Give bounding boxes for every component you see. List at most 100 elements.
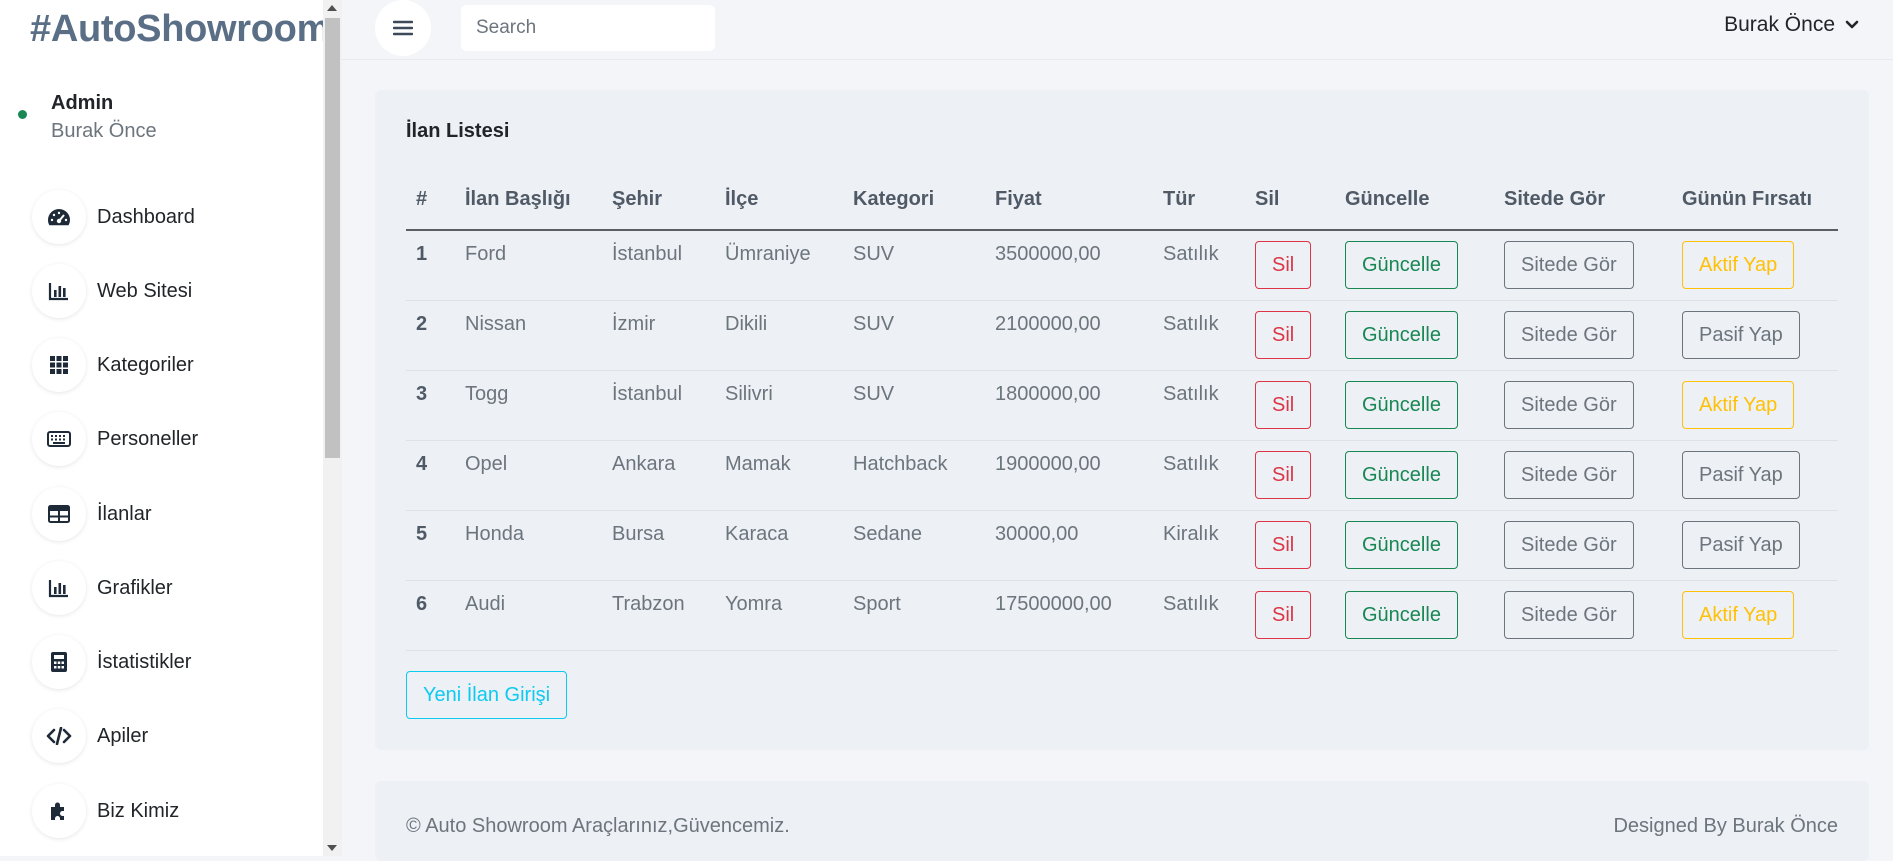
speedometer-icon — [32, 190, 86, 244]
sidebar-item-label: Dashboard — [97, 205, 195, 228]
listing-city: İstanbul — [602, 370, 715, 441]
row-number: 2 — [406, 300, 455, 371]
sidebar-item-biz-kimiz[interactable]: Biz Kimiz — [32, 784, 302, 838]
hamburger-icon — [393, 20, 413, 36]
table-row: 3 Togg İstanbul Silivri SUV 1800000,00 Satılık… — [406, 370, 1838, 441]
sidebar: #AutoShowroom Admin Burak Önce Dashboard… — [0, 0, 330, 856]
view-on-site-button[interactable]: Sitede Gör — [1504, 310, 1634, 359]
view-on-site-button[interactable]: Sitede Gör — [1504, 450, 1634, 499]
listing-city: İzmir — [602, 300, 715, 371]
search-input[interactable] — [461, 5, 715, 51]
scroll-down-arrow-icon[interactable] — [327, 845, 337, 851]
listing-title: Audi — [455, 580, 602, 651]
user-menu-label: Burak Önce — [1724, 13, 1835, 36]
sidebar-item-label: Apiler — [97, 724, 149, 747]
deal-toggle-button[interactable]: Pasif Yap — [1682, 520, 1800, 569]
column-header: Fiyat — [985, 170, 1153, 231]
sidebar-item-web-sitesi[interactable]: Web Sitesi — [32, 264, 302, 318]
listing-price: 1900000,00 — [985, 440, 1153, 511]
sidebar-item-grafikler[interactable]: Grafikler — [32, 561, 302, 615]
listing-district: Karaca — [715, 510, 843, 581]
delete-button[interactable]: Sil — [1255, 310, 1312, 359]
listing-district: Yomra — [715, 580, 843, 651]
view-on-site-button[interactable]: Sitede Gör — [1504, 590, 1634, 639]
sidebar-item-label: Kategoriler — [97, 353, 194, 376]
listing-price: 30000,00 — [985, 510, 1153, 581]
sidebar-item-label: Grafikler — [97, 576, 173, 599]
topbar: Burak Önce — [342, 0, 1893, 60]
sidebar-item-label: İstatistikler — [97, 650, 192, 673]
sidebar-item-ilanlar[interactable]: İlanlar — [32, 487, 302, 541]
sidebar-item-istatistikler[interactable]: İstatistikler — [32, 635, 302, 689]
column-header: Kategori — [843, 170, 985, 231]
table-row: 2 Nissan İzmir Dikili SUV 2100000,00 Satılık Si… — [406, 300, 1838, 371]
update-button[interactable]: Güncelle — [1345, 241, 1458, 289]
listing-type: Kiralık — [1153, 510, 1245, 581]
listing-title: Opel — [455, 440, 602, 511]
new-listing-button[interactable]: Yeni İlan Girişi — [406, 671, 568, 719]
scrollbar-thumb[interactable] — [325, 18, 340, 458]
update-button[interactable]: Güncelle — [1345, 590, 1458, 639]
listing-city: İstanbul — [602, 230, 715, 301]
delete-button[interactable]: Sil — [1255, 520, 1312, 569]
delete-button[interactable]: Sil — [1255, 590, 1312, 639]
column-header: Güncelle — [1335, 170, 1494, 231]
listing-type: Satılık — [1153, 440, 1245, 511]
listing-price: 3500000,00 — [985, 230, 1153, 301]
listing-category: SUV — [843, 300, 985, 371]
keyboard-icon — [32, 412, 86, 466]
bar-chart-icon — [32, 561, 86, 615]
delete-button[interactable]: Sil — [1255, 241, 1312, 289]
footer: © Auto Showroom Araçlarınız,Güvencemiz. … — [375, 781, 1869, 861]
update-button[interactable]: Güncelle — [1345, 450, 1458, 499]
row-number: 6 — [406, 580, 455, 651]
column-header: Şehir — [602, 170, 715, 231]
listing-table: # İlan Başlığı Şehir İlçe Kategori Fiyat… — [406, 170, 1838, 651]
listing-type: Satılık — [1153, 580, 1245, 651]
sidebar-item-label: Web Sitesi — [97, 279, 193, 302]
column-header: # — [406, 170, 455, 231]
user-menu-dropdown[interactable]: Burak Önce — [1724, 13, 1859, 37]
scroll-up-arrow-icon[interactable] — [327, 5, 337, 11]
row-number: 5 — [406, 510, 455, 581]
listing-category: SUV — [843, 370, 985, 441]
listing-title: Nissan — [455, 300, 602, 371]
delete-button[interactable]: Sil — [1255, 380, 1312, 429]
update-button[interactable]: Güncelle — [1345, 520, 1458, 569]
table-row: 1 Ford İstanbul Ümraniye SUV 3500000,00 Satılı… — [406, 230, 1838, 301]
sidebar-scrollbar[interactable] — [323, 0, 342, 856]
deal-toggle-button[interactable]: Pasif Yap — [1682, 310, 1800, 359]
sidebar-item-apiler[interactable]: Apiler — [32, 709, 302, 763]
table-row: 6 Audi Trabzon Yomra Sport 17500000,00 Satılık… — [406, 580, 1838, 651]
delete-button[interactable]: Sil — [1255, 450, 1312, 499]
column-header: İlan Başlığı — [455, 170, 602, 231]
deal-toggle-button[interactable]: Aktif Yap — [1682, 380, 1795, 429]
deal-toggle-button[interactable]: Pasif Yap — [1682, 450, 1800, 499]
sidebar-item-dashboard[interactable]: Dashboard — [32, 190, 302, 244]
sidebar-item-personeller[interactable]: Personeller — [32, 412, 302, 466]
column-header: Sitede Gör — [1494, 170, 1672, 231]
view-on-site-button[interactable]: Sitede Gör — [1504, 380, 1634, 429]
deal-toggle-button[interactable]: Aktif Yap — [1682, 590, 1795, 639]
listing-title: Togg — [455, 370, 602, 441]
listing-city: Trabzon — [602, 580, 715, 651]
table-header-row: # İlan Başlığı Şehir İlçe Kategori Fiyat… — [406, 170, 1838, 231]
menu-toggle-button[interactable] — [375, 0, 431, 56]
update-button[interactable]: Güncelle — [1345, 310, 1458, 359]
view-on-site-button[interactable]: Sitede Gör — [1504, 241, 1634, 289]
brand-logo[interactable]: #AutoShowroom — [30, 8, 330, 51]
online-status-icon — [18, 110, 27, 119]
sidebar-item-label: Biz Kimiz — [97, 799, 180, 822]
chevron-down-icon — [1845, 20, 1859, 29]
listing-price: 2100000,00 — [985, 300, 1153, 371]
listing-title: Ford — [455, 230, 602, 301]
sidebar-item-label: İlanlar — [97, 502, 152, 525]
listing-title: Honda — [455, 510, 602, 581]
view-on-site-button[interactable]: Sitede Gör — [1504, 520, 1634, 569]
deal-toggle-button[interactable]: Aktif Yap — [1682, 241, 1795, 289]
update-button[interactable]: Güncelle — [1345, 380, 1458, 429]
sidebar-item-kategoriler[interactable]: Kategoriler — [32, 338, 302, 392]
row-number: 4 — [406, 440, 455, 511]
user-name: Burak Önce — [51, 120, 157, 142]
code-icon — [32, 709, 86, 763]
